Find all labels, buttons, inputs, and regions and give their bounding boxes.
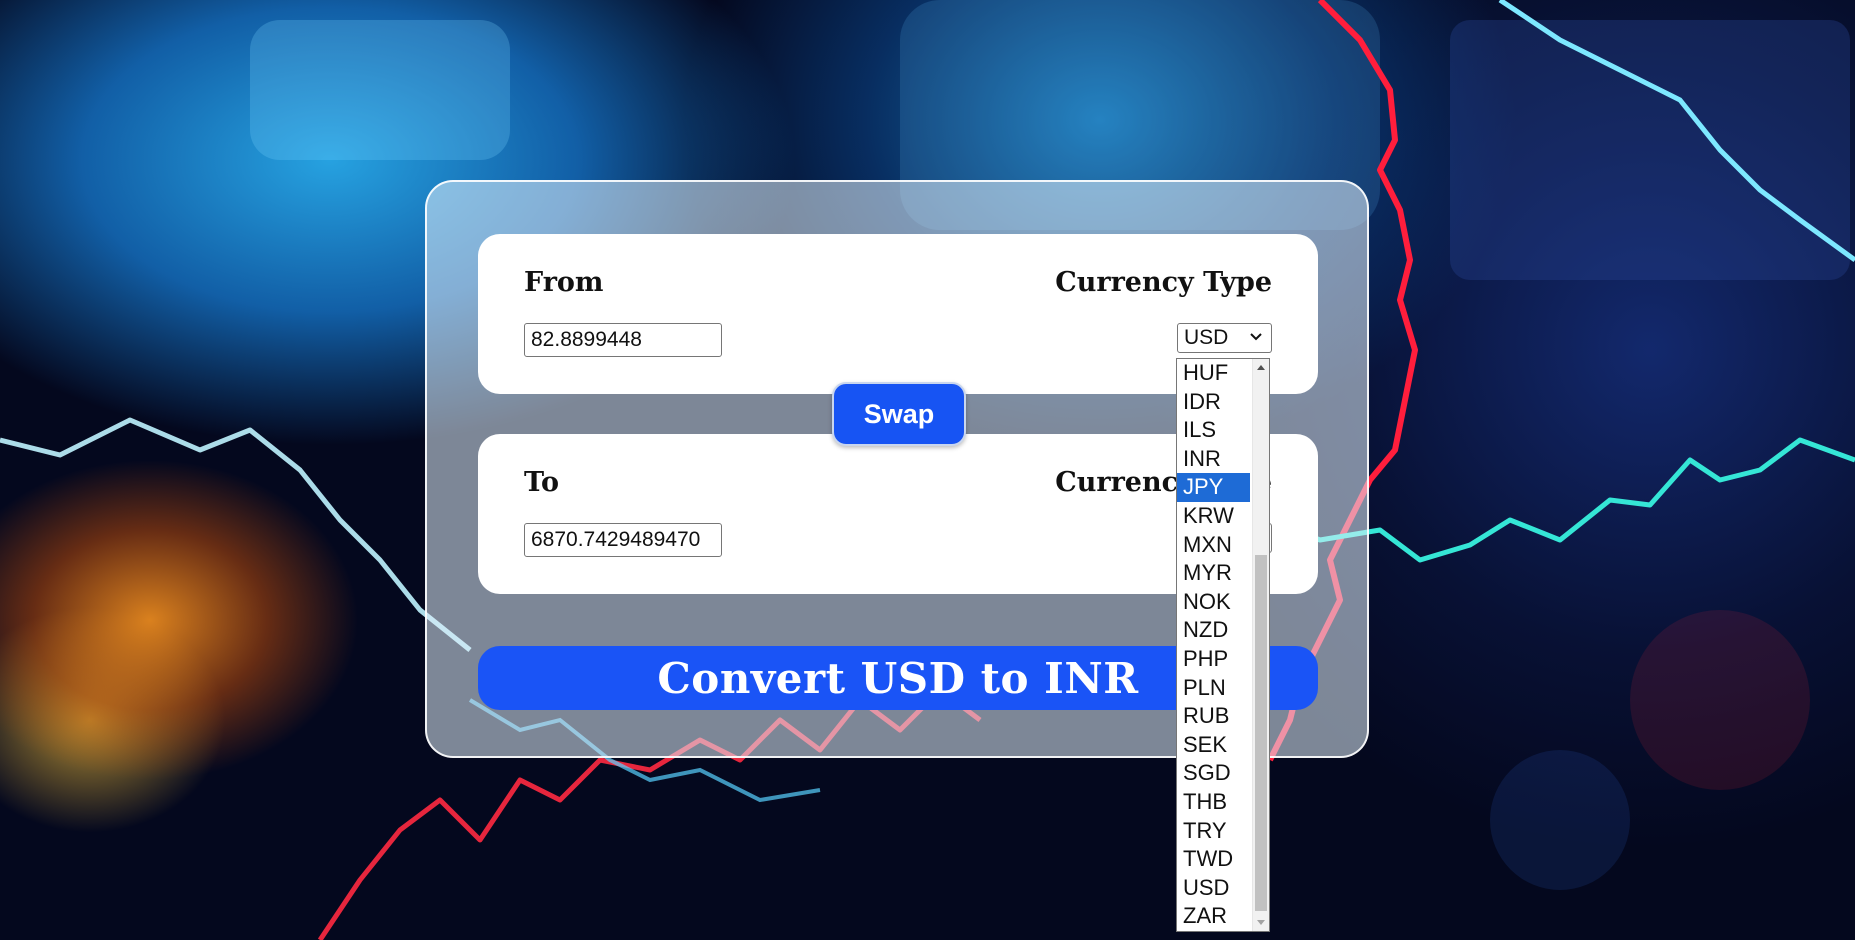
dropdown-option-try[interactable]: TRY (1177, 817, 1250, 846)
dropdown-option-idr[interactable]: IDR (1177, 388, 1250, 417)
chevron-down-icon (1250, 333, 1262, 341)
dropdown-option-ils[interactable]: ILS (1177, 416, 1250, 445)
dropdown-option-twd[interactable]: TWD (1177, 845, 1250, 874)
dropdown-option-zar[interactable]: ZAR (1177, 902, 1250, 931)
dropdown-option-pln[interactable]: PLN (1177, 674, 1250, 703)
dropdown-options: HUF IDR ILS INR JPY KRW MXN MYR NOK NZD PHP PLN RUB S… (1177, 359, 1250, 931)
from-amount-input[interactable] (524, 323, 722, 357)
dropdown-option-thb[interactable]: THB (1177, 788, 1250, 817)
dropdown-option-jpy[interactable]: JPY (1177, 473, 1250, 502)
from-label: From (524, 267, 604, 298)
from-currency-select[interactable]: USD (1177, 323, 1272, 353)
dropdown-option-nzd[interactable]: NZD (1177, 616, 1250, 645)
from-currency-selected-value: USD (1184, 326, 1229, 349)
scroll-thumb[interactable] (1255, 555, 1267, 911)
swap-button[interactable]: Swap (832, 382, 966, 446)
dropdown-option-inr[interactable]: INR (1177, 445, 1250, 474)
from-currency-type-label: Currency Type (1055, 267, 1272, 298)
to-amount-input[interactable] (524, 523, 722, 557)
dropdown-option-mxn[interactable]: MXN (1177, 531, 1250, 560)
currency-dropdown-list[interactable]: HUF IDR ILS INR JPY KRW MXN MYR NOK NZD PHP PLN RUB S… (1176, 358, 1270, 932)
to-label: To (524, 467, 560, 498)
dropdown-option-usd[interactable]: USD (1177, 874, 1250, 903)
scroll-up-arrow-icon[interactable] (1257, 365, 1265, 370)
dropdown-option-php[interactable]: PHP (1177, 645, 1250, 674)
dropdown-scrollbar[interactable] (1252, 359, 1269, 931)
dropdown-option-rub[interactable]: RUB (1177, 702, 1250, 731)
dropdown-option-nok[interactable]: NOK (1177, 588, 1250, 617)
scroll-down-arrow-icon[interactable] (1257, 920, 1265, 925)
dropdown-option-huf[interactable]: HUF (1177, 359, 1250, 388)
dropdown-option-myr[interactable]: MYR (1177, 559, 1250, 588)
dropdown-option-sek[interactable]: SEK (1177, 731, 1250, 760)
dropdown-option-krw[interactable]: KRW (1177, 502, 1250, 531)
dropdown-option-sgd[interactable]: SGD (1177, 759, 1250, 788)
